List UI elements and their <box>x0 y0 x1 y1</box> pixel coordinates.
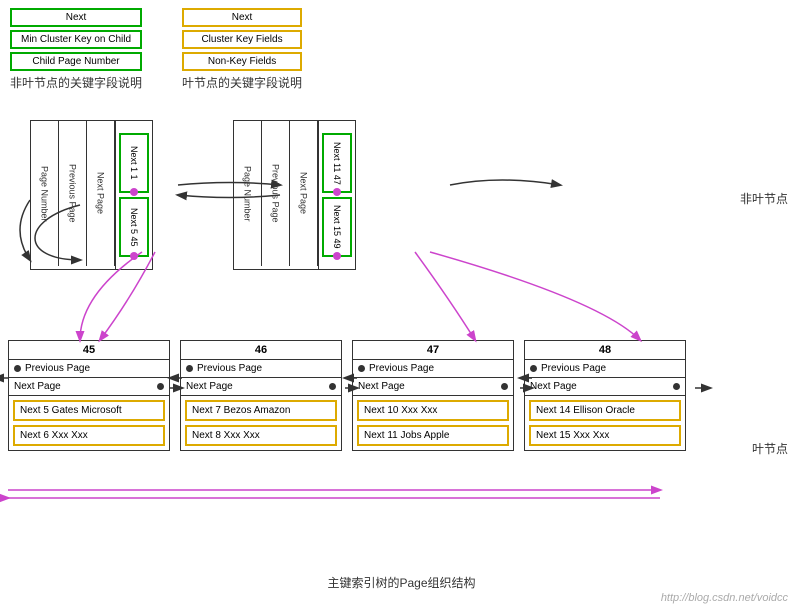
nonleaf-col-next1549: Next 15 49 <box>322 197 352 257</box>
leaf-45-row1: Next 5 Gates Microsoft <box>13 400 165 421</box>
leaf-45-row2: Next 6 Xxx Xxx <box>13 425 165 446</box>
nonleaf-legend-title: 非叶节点的关键字段说明 <box>10 74 142 91</box>
nonleaf-node-1: Page Number Previous Page Next Page Next… <box>30 120 153 270</box>
leaf-48-header: 48 <box>525 341 685 360</box>
leaf-46-row2: Next 8 Xxx Xxx <box>185 425 337 446</box>
leaf-45-header: 45 <box>9 341 169 360</box>
legend-min-key: Min Cluster Key on Child <box>10 30 142 49</box>
leaf-47-row1: Next 10 Xxx Xxx <box>357 400 509 421</box>
leaf-label: 叶节点 <box>752 440 788 457</box>
nonleaf-col-next-1: Next Page <box>87 121 115 266</box>
leaf-48-row2: Next 15 Xxx Xxx <box>529 425 681 446</box>
leaf-48-row1: Next 14 Ellison Oracle <box>529 400 681 421</box>
legend-next-nonleaf: Next <box>10 8 142 27</box>
leaf-node-46: 46 Previous Page Next Page Next 7 Bezos … <box>180 340 342 451</box>
leaf-46-row1: Next 7 Bezos Amazon <box>185 400 337 421</box>
leaf-nodes-container: 45 Previous Page Next Page Next 5 Gates … <box>8 340 686 451</box>
leaf-legend-title: 叶节点的关键字段说明 <box>182 74 302 91</box>
leaf-45-next-dot <box>157 383 164 390</box>
leaf-47-header: 47 <box>353 341 513 360</box>
leaf-46-prev-dot <box>186 365 193 372</box>
legend-next-leaf: Next <box>182 8 302 27</box>
leaf-47-row2: Next 11 Jobs Apple <box>357 425 509 446</box>
leaf-48-prev: Previous Page <box>525 360 685 378</box>
leaf-48-next: Next Page <box>525 378 685 396</box>
leaf-45-next: Next Page <box>9 378 169 396</box>
legend-child-page: Child Page Number <box>10 52 142 71</box>
leaf-node-45: 45 Previous Page Next Page Next 5 Gates … <box>8 340 170 451</box>
leaf-node-48: 48 Previous Page Next Page Next 14 Ellis… <box>524 340 686 451</box>
bottom-url: http://blog.csdn.net/voidcc <box>661 592 788 604</box>
legend-area: Next Min Cluster Key on Child Child Page… <box>10 8 302 91</box>
nonleaf-node-2: Page Number Previous Page Next Page Next… <box>233 120 356 270</box>
leaf-46-next: Next Page <box>181 378 341 396</box>
nonleaf-legend: Next Min Cluster Key on Child Child Page… <box>10 8 142 91</box>
legend-cluster-key: Cluster Key Fields <box>182 30 302 49</box>
leaf-45-prev-dot <box>14 365 21 372</box>
leaf-46-next-dot <box>329 383 336 390</box>
nonleaf-label: 非叶节点 <box>740 190 788 207</box>
bottom-label: 主键索引树的Page组织结构 <box>327 574 475 591</box>
nonleaf-col-prev-2: Previous Page <box>262 121 290 266</box>
legend-non-key: Non-Key Fields <box>182 52 302 71</box>
nonleaf-col-pageno-1: Page Number <box>31 121 59 266</box>
leaf-node-47: 47 Previous Page Next Page Next 10 Xxx X… <box>352 340 514 451</box>
nonleaf-col-prev-1: Previous Page <box>59 121 87 266</box>
leaf-48-prev-dot <box>530 365 537 372</box>
nonleaf-col-next11: Next 1 1 <box>119 133 149 193</box>
leaf-47-next-dot <box>501 383 508 390</box>
nonleaf-col-pageno-2: Page Number <box>234 121 262 266</box>
nonleaf-col-next-2: Next Page <box>290 121 318 266</box>
nonleaf-nodes-container: Page Number Previous Page Next Page Next… <box>30 120 356 270</box>
leaf-47-prev: Previous Page <box>353 360 513 378</box>
leaf-47-prev-dot <box>358 365 365 372</box>
leaf-45-prev: Previous Page <box>9 360 169 378</box>
nonleaf-col-next1147: Next 11 47 <box>322 133 352 193</box>
leaf-46-prev: Previous Page <box>181 360 341 378</box>
leaf-47-next: Next Page <box>353 378 513 396</box>
leaf-46-header: 46 <box>181 341 341 360</box>
leaf-legend: Next Cluster Key Fields Non-Key Fields 叶… <box>182 8 302 91</box>
leaf-48-next-dot <box>673 383 680 390</box>
nonleaf-col-next545: Next 5 45 <box>119 197 149 257</box>
arrows-overlay <box>0 0 803 609</box>
